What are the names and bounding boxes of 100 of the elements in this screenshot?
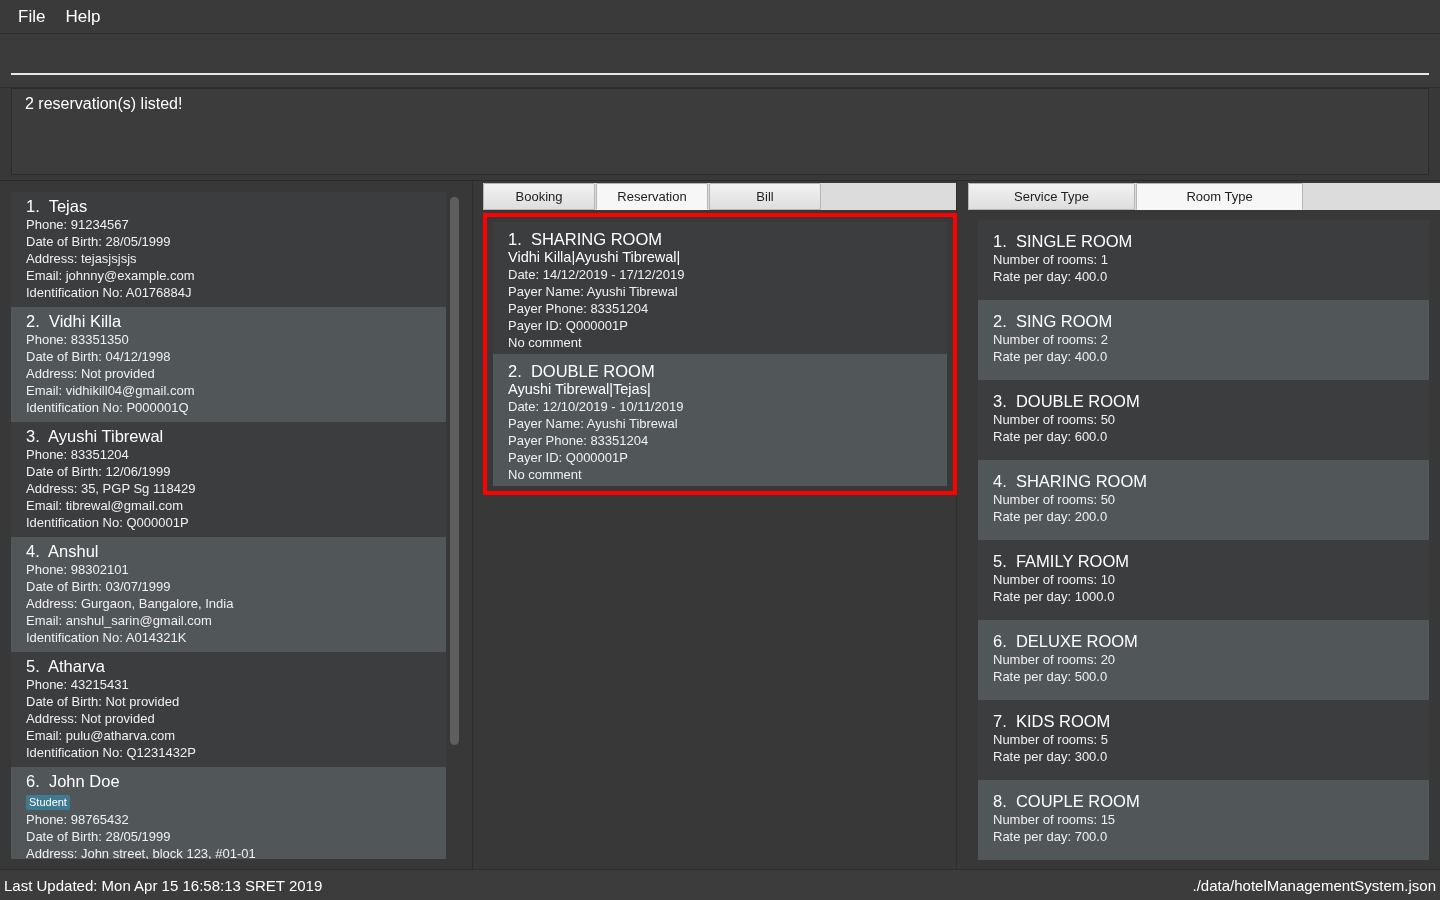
guest-detail: Email: pulu@atharva.com — [26, 727, 177, 744]
menu-item[interactable]: File — [18, 6, 46, 27]
reservation-card[interactable]: 2. DOUBLE ROOM Ayushi Tibrewal|Tejas| Date: 12/10/2019 - 10/11/2019 Payer Name: Ayushi Tibrewal Payer Phone: 83351204 Payer ID: Q000001P No comment — [493, 354, 947, 486]
reservation-detail: No comment — [508, 334, 583, 351]
guest-names: Vidhi Killa|Ayushi Tibrewal| — [508, 249, 682, 266]
room-name: 3. DOUBLE ROOM — [993, 392, 1141, 411]
guest-name: 1. Tejas — [26, 197, 89, 216]
guest-detail: Address: tejasjsjsjs — [26, 250, 138, 267]
guest-card[interactable]: 4. Anshul Phone: 98302101 Date of Birth: 03/07/1999 Address: Gurgaon, Bangalore, India Email: anshul_sarin@gmail.com Identification No: A014321K — [11, 537, 446, 652]
room-name: 8. COUPLE ROOM — [993, 792, 1141, 811]
room-detail: Number of rooms: 1 — [993, 251, 1109, 268]
guest-card[interactable]: 2. Vidhi Killa Phone: 83351350 Date of Birth: 04/12/1998 Address: Not provided Email: vidhikill04@gmail.com Identification No: P000001Q — [11, 307, 446, 422]
room-detail: Rate per day: 400.0 — [993, 348, 1109, 365]
room-name: 4. SHARING ROOM — [993, 472, 1149, 491]
tab[interactable]: Service Type — [968, 183, 1135, 210]
reservation-detail: No comment — [508, 466, 583, 483]
room-detail: Number of rooms: 50 — [993, 411, 1117, 428]
guest-names: Ayushi Tibrewal|Tejas| — [508, 381, 652, 398]
reservation-detail: Payer Name: Ayushi Tibrewal — [508, 283, 679, 300]
guest-name: 3. Ayushi Tibrewal — [26, 427, 165, 446]
guest-detail: Phone: 98302101 — [26, 561, 130, 578]
guest-detail: Address: Gurgaon, Bangalore, India — [26, 595, 235, 612]
guest-detail: Email: johnny@example.com — [26, 267, 196, 284]
reservation-detail: Payer Name: Ayushi Tibrewal — [508, 415, 679, 432]
guest-card[interactable]: 5. Atharva Phone: 43215431 Date of Birth: Not provided Address: Not provided Email: pulu@atharva.com Identification No: Q1231432P — [11, 652, 446, 767]
guest-detail: Address: Not provided — [26, 365, 156, 382]
reservation-detail: Payer Phone: 83351204 — [508, 300, 650, 317]
room-card[interactable]: 3. DOUBLE ROOM Number of rooms: 50 Rate per day: 600.0 — [978, 380, 1429, 460]
room-detail: Number of rooms: 5 — [993, 731, 1109, 748]
guest-detail: Address: John street, block 123, #01-01 — [26, 845, 257, 859]
room-detail: Rate per day: 700.0 — [993, 828, 1109, 845]
guest-detail: Address: Not provided — [26, 710, 156, 727]
guest-detail: Email: anshul_sarin@gmail.com — [26, 612, 213, 629]
tab[interactable]: Bill — [709, 183, 821, 210]
guest-detail: Email: vidhikill04@gmail.com — [26, 382, 196, 399]
room-detail: Rate per day: 1000.0 — [993, 588, 1116, 605]
room-card[interactable]: 7. KIDS ROOM Number of rooms: 5 Rate per day: 300.0 — [978, 700, 1429, 780]
scrollbar-thumb[interactable] — [450, 197, 459, 745]
room-detail: Number of rooms: 50 — [993, 491, 1117, 508]
guest-detail: Email: tibrewal@gmail.com — [26, 497, 184, 514]
room-title: 1. SHARING ROOM — [508, 230, 664, 249]
guest-card[interactable]: 6. John Doe Student Phone: 98765432 Date of Birth: 28/05/1999 Address: John street, block 123, #01-01 — [11, 767, 446, 859]
last-updated: Last Updated: Mon Apr 15 16:58:13 SRET 2019 — [4, 876, 323, 894]
guest-detail: Date of Birth: 12/06/1999 — [26, 463, 172, 480]
tab[interactable]: Reservation — [596, 183, 708, 210]
room-name: 6. DELUXE ROOM — [993, 632, 1139, 651]
reservation-detail: Date: 14/12/2019 - 17/12/2019 — [508, 266, 686, 283]
room-detail: Number of rooms: 2 — [993, 331, 1109, 348]
guest-card[interactable]: 3. Ayushi Tibrewal Phone: 83351204 Date of Birth: 12/06/1999 Address: 35, PGP Sg 118429 Email: tibrewal@gmail.com Identification No: Q000001P — [11, 422, 446, 537]
reservation-detail: Payer ID: Q000001P — [508, 317, 629, 334]
guest-detail: Date of Birth: 03/07/1999 — [26, 578, 172, 595]
room-detail: Rate per day: 600.0 — [993, 428, 1109, 445]
guest-detail: Identification No: Q1231432P — [26, 744, 197, 761]
guest-detail: Phone: 91234567 — [26, 216, 130, 233]
room-detail: Rate per day: 300.0 — [993, 748, 1109, 765]
reservation-detail: Date: 12/10/2019 - 10/11/2019 — [508, 398, 685, 415]
guest-name: 5. Atharva — [26, 657, 106, 676]
room-card[interactable]: 8. COUPLE ROOM Number of rooms: 15 Rate per day: 700.0 — [978, 780, 1429, 860]
room-card[interactable]: 4. SHARING ROOM Number of rooms: 50 Rate per day: 200.0 — [978, 460, 1429, 540]
guest-detail: Date of Birth: 28/05/1999 — [26, 828, 172, 845]
room-detail: Number of rooms: 10 — [993, 571, 1117, 588]
room-detail: Rate per day: 500.0 — [993, 668, 1109, 685]
guest-name: 2. Vidhi Killa — [26, 312, 123, 331]
guest-name: 6. John Doe — [26, 772, 121, 791]
room-detail: Number of rooms: 20 — [993, 651, 1117, 668]
tab[interactable]: Room Type — [1136, 183, 1303, 210]
room-card[interactable]: 2. SING ROOM Number of rooms: 2 Rate per day: 400.0 — [978, 300, 1429, 380]
guest-detail: Identification No: Q000001P — [26, 514, 190, 531]
room-card[interactable]: 1. SINGLE ROOM Number of rooms: 1 Rate per day: 400.0 — [978, 220, 1429, 300]
guest-detail: Identification No: A014321K — [26, 629, 188, 646]
room-card[interactable]: 6. DELUXE ROOM Number of rooms: 20 Rate per day: 500.0 — [978, 620, 1429, 700]
room-detail: Rate per day: 400.0 — [993, 268, 1109, 285]
guest-detail: Identification No: A0176884J — [26, 284, 193, 301]
room-detail: Rate per day: 200.0 — [993, 508, 1109, 525]
room-detail: Number of rooms: 15 — [993, 811, 1117, 828]
guest-detail: Phone: 83351204 — [26, 446, 130, 463]
guest-detail: Phone: 43215431 — [26, 676, 130, 693]
guest-detail: Date of Birth: Not provided — [26, 693, 181, 710]
room-name: 5. FAMILY ROOM — [993, 552, 1130, 571]
room-name: 7. KIDS ROOM — [993, 712, 1112, 731]
reservation-detail: Payer ID: Q000001P — [508, 449, 629, 466]
room-name: 1. SINGLE ROOM — [993, 232, 1134, 251]
tab[interactable]: Booking — [483, 183, 595, 210]
guest-name: 4. Anshul — [26, 542, 100, 561]
reservation-detail: Payer Phone: 83351204 — [508, 432, 650, 449]
guest-detail: Phone: 83351350 — [26, 331, 130, 348]
guest-detail: Identification No: P000001Q — [26, 399, 190, 416]
file-path: ./data/hotelManagementSystem.json — [1192, 876, 1436, 894]
menu-item[interactable]: Help — [65, 6, 101, 27]
room-name: 2. SING ROOM — [993, 312, 1114, 331]
guest-card[interactable]: 1. Tejas Phone: 91234567 Date of Birth: 28/05/1999 Address: tejasjsjsjs Email: johnny@example.com Identification No: A0176884J — [11, 192, 446, 307]
guest-detail: Date of Birth: 04/12/1998 — [26, 348, 172, 365]
result-message: 2 reservation(s) listed! — [25, 95, 183, 112]
tag-label: Student — [26, 795, 70, 810]
room-card[interactable]: 5. FAMILY ROOM Number of rooms: 10 Rate per day: 1000.0 — [978, 540, 1429, 620]
room-title: 2. DOUBLE ROOM — [508, 362, 656, 381]
guest-detail: Address: 35, PGP Sg 118429 — [26, 480, 197, 497]
reservation-card[interactable]: 1. SHARING ROOM Vidhi Killa|Ayushi Tibrewal| Date: 14/12/2019 - 17/12/2019 Payer Name: Ayushi Tibrewal Payer Phone: 83351204 Payer ID: Q000001P No comment — [493, 222, 947, 354]
guest-detail: Date of Birth: 28/05/1999 — [26, 233, 172, 250]
guest-detail: Phone: 98765432 — [26, 811, 130, 828]
